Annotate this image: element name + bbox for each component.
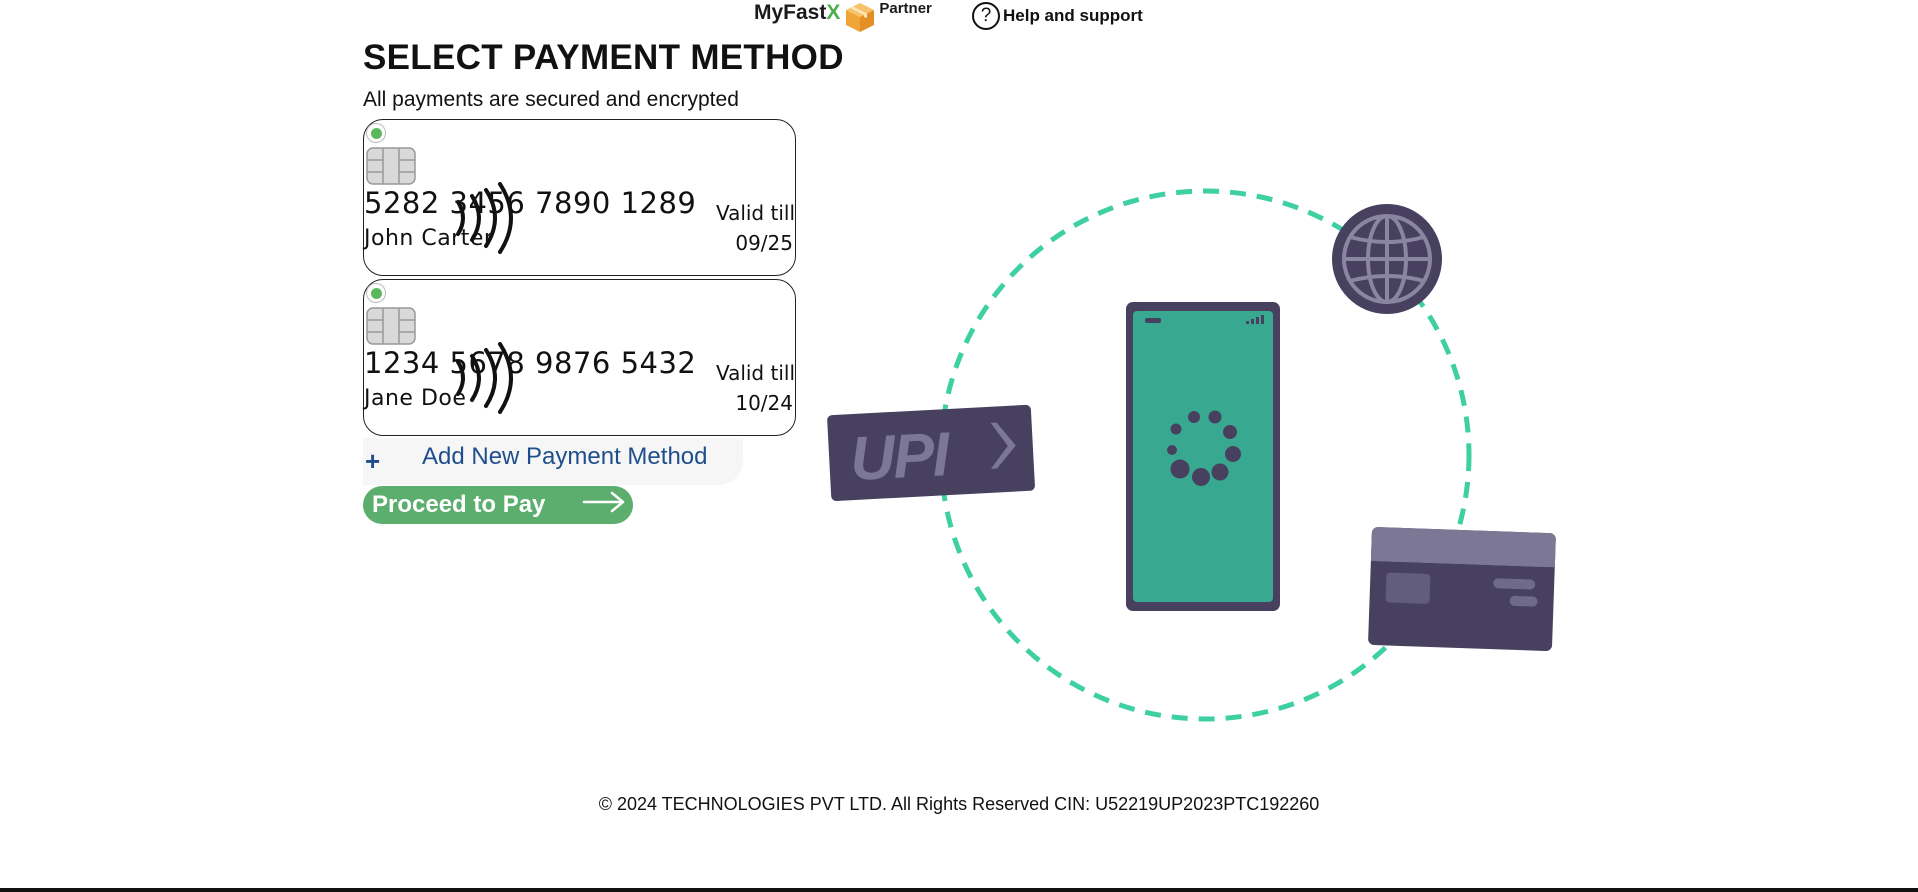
bottom-divider — [0, 888, 1918, 892]
plus-icon: + — [365, 446, 381, 476]
question-circle-icon: ? — [972, 2, 1000, 30]
valid-till-label: Valid till — [715, 201, 795, 225]
valid-till-label: Valid till — [715, 361, 795, 385]
saved-card-2[interactable]: 1234 5678 9876 5432 Jane Doe Valid till … — [363, 279, 796, 436]
contactless-icon — [456, 342, 513, 414]
proceed-label: Proceed to Pay — [372, 491, 546, 518]
brand-logo[interactable]: MyFastX Partner — [754, 0, 932, 36]
contactless-icon — [456, 182, 513, 254]
page-title: SELECT PAYMENT METHOD — [363, 38, 844, 77]
card-chip-icon — [366, 307, 416, 345]
card-number: 5282 3456 7890 1289 — [364, 186, 697, 220]
box-icon — [846, 3, 875, 32]
card-radio-button[interactable] — [366, 123, 386, 143]
add-new-payment-label: Add New Payment Method — [422, 443, 708, 470]
card-radio-button[interactable] — [366, 283, 386, 303]
upi-badge-icon: UPI — [827, 404, 1035, 501]
payment-illustration: UPI — [827, 188, 1556, 722]
saved-card-1[interactable]: 5282 3456 7890 1289 John Carter Valid ti… — [363, 119, 796, 276]
add-new-payment-method-button[interactable]: + Add New Payment Method — [363, 438, 743, 485]
card-number: 1234 5678 9876 5432 — [364, 346, 697, 380]
arrow-right-icon — [582, 491, 625, 513]
help-and-support-link[interactable]: ? Help and support — [972, 2, 1143, 30]
credit-card-icon — [1368, 527, 1556, 652]
brand-name: MyFastX — [754, 1, 841, 24]
radio-selected-dot — [370, 287, 382, 299]
radio-selected-dot — [370, 127, 382, 139]
page-subtitle: All payments are secured and encrypted — [363, 88, 739, 111]
expiry-date: 10/24 — [735, 391, 793, 415]
footer-copyright: © 2024 TECHNOLOGIES PVT LTD. All Rights … — [598, 794, 1320, 814]
expiry-date: 09/25 — [735, 231, 793, 255]
brand-partner-label: Partner — [879, 0, 932, 17]
phone-icon — [1126, 302, 1280, 611]
help-label: Help and support — [1003, 6, 1143, 25]
globe-icon — [1332, 204, 1442, 314]
upi-label: UPI — [848, 420, 953, 494]
proceed-to-pay-button[interactable]: Proceed to Pay — [363, 486, 633, 524]
card-chip-icon — [366, 147, 416, 185]
brand-accent: X — [826, 1, 841, 24]
